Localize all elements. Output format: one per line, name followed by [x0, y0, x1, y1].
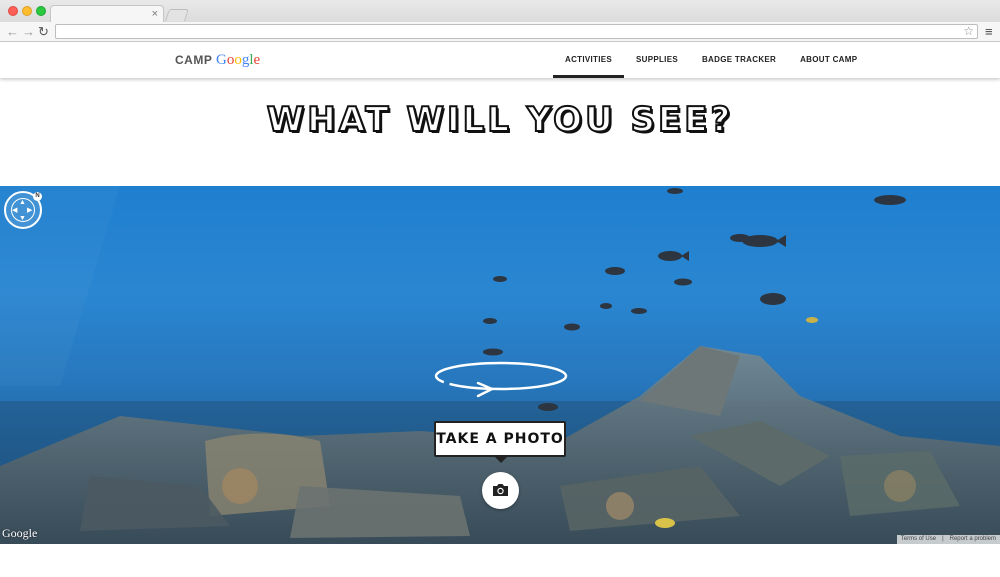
- maximize-window-button[interactable]: [36, 6, 46, 16]
- page-title: WHAT WILL YOU SEE?: [266, 99, 734, 141]
- chevron-down-icon[interactable]: ▼: [19, 215, 26, 222]
- take-photo-tooltip: TAKE A PHOTO: [434, 421, 566, 463]
- nav-item-about-camp[interactable]: ABOUT CAMP: [788, 42, 869, 78]
- nav-item-supplies[interactable]: SUPPLIES: [624, 42, 690, 78]
- street-view-panorama[interactable]: ▲ ▼ ◀ ▶ N TAKE A PHOTO Google Terms of U…: [0, 186, 1000, 544]
- reload-icon[interactable]: ↻: [38, 23, 49, 40]
- pano-footer: Terms of Use | Report a problem: [896, 535, 1000, 544]
- back-arrow-icon[interactable]: ←: [6, 23, 19, 40]
- minimize-window-button[interactable]: [22, 6, 32, 16]
- google-watermark: Google: [2, 526, 38, 540]
- bookmark-star-icon[interactable]: ☆: [963, 23, 974, 39]
- new-tab-button[interactable]: [165, 9, 189, 21]
- take-photo-button[interactable]: [482, 472, 519, 509]
- forward-arrow-icon[interactable]: →: [22, 23, 35, 40]
- site-header: CAMP Google ACTIVITIES SUPPLIES BADGE TR…: [0, 42, 1000, 78]
- nav-item-activities[interactable]: ACTIVITIES: [553, 42, 625, 78]
- nav-item-badge-tracker[interactable]: BADGE TRACKER: [690, 42, 788, 78]
- logo-google-text: Google: [215, 52, 261, 68]
- rotate-hint-icon: [434, 361, 568, 398]
- browser-tab[interactable]: ×: [50, 5, 164, 23]
- address-bar[interactable]: ☆: [55, 24, 978, 39]
- chevron-up-icon[interactable]: ▲: [19, 199, 26, 206]
- compass-north-indicator: N: [33, 192, 42, 201]
- tab-close-icon[interactable]: ×: [152, 7, 158, 21]
- browser-toolbar: ← → ↻ ☆ ≡: [0, 22, 1000, 42]
- browser-tab-strip: ×: [0, 0, 1000, 23]
- camp-google-logo[interactable]: CAMP Google: [175, 52, 260, 68]
- chevron-right-icon[interactable]: ▶: [27, 207, 32, 214]
- browser-menu-icon[interactable]: ≡: [985, 23, 993, 40]
- logo-camp-text: CAMP: [175, 53, 213, 67]
- camera-icon: [493, 484, 508, 496]
- close-window-button[interactable]: [8, 6, 18, 16]
- report-problem-link[interactable]: Report a problem: [950, 535, 996, 544]
- terms-of-use-link[interactable]: Terms of Use: [901, 535, 936, 544]
- chevron-left-icon[interactable]: ◀: [12, 207, 17, 214]
- main-nav: ACTIVITIES SUPPLIES BADGE TRACKER ABOUT …: [553, 42, 869, 78]
- footer-divider: |: [942, 536, 944, 542]
